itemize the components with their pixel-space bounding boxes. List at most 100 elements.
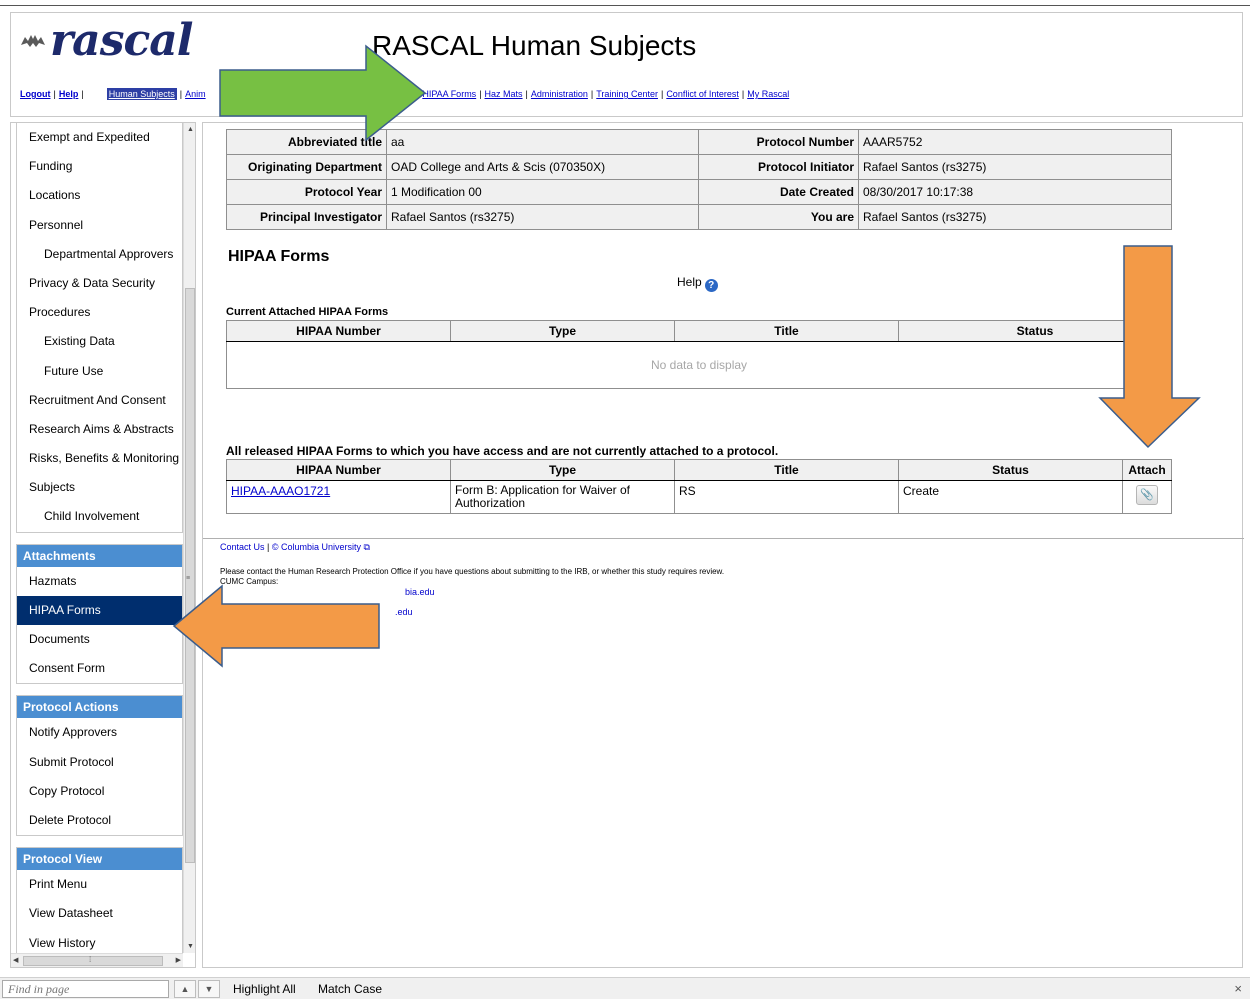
nav-my-rascal[interactable]: My Rascal — [747, 89, 789, 99]
sidebar-content: Exempt and Expedited Funding Locations P… — [11, 123, 183, 959]
nav-logout[interactable]: Logout — [20, 89, 51, 99]
sidebar-item-exempt-expedited[interactable]: Exempt and Expedited — [17, 123, 182, 152]
sidebar-item-procedures[interactable]: Procedures — [17, 298, 182, 327]
table-row: HIPAA-AAAO1721 Form B: Application for W… — [226, 480, 1172, 514]
nav-administration[interactable]: Administration — [531, 89, 588, 99]
scroll-up-icon[interactable]: ▲ — [186, 125, 195, 134]
sidebar-item-risks-benefits[interactable]: Risks, Benefits & Monitoring — [17, 444, 182, 473]
nav-hipaa-forms[interactable]: HIPAA Forms — [422, 89, 476, 99]
protocol-initiator-label: Protocol Initiator — [698, 154, 859, 180]
sidebar-item-departmental-approvers[interactable]: Departmental Approvers — [17, 240, 182, 269]
no-data-message: No data to display — [226, 341, 1172, 389]
main-content: Abbreviated title aa Protocol Number AAA… — [202, 122, 1244, 968]
nav-animals-partial[interactable]: Anim — [185, 89, 206, 99]
footer-links: Contact Us | © Columbia University ⧉ — [220, 542, 370, 552]
protocol-initiator-value: Rafael Santos (rs3275) — [858, 154, 1172, 180]
help-label: Help — [677, 275, 702, 289]
sidebar-item-subjects[interactable]: Subjects — [17, 473, 182, 502]
protocol-view-group: Protocol View Print Menu View Datasheet … — [16, 847, 183, 959]
find-input[interactable] — [2, 980, 169, 998]
scroll-right-icon[interactable]: ▶ — [176, 956, 181, 964]
top-nav-right: | HIPAA Forms | Haz Mats | Administration | Tra… — [417, 89, 790, 99]
attach-button[interactable]: 📎 — [1136, 485, 1158, 505]
footer-email-link-2[interactable]: .edu — [395, 607, 413, 617]
you-are-value: Rafael Santos (rs3275) — [858, 204, 1172, 230]
footer-email-link-1[interactable]: bia.edu — [405, 587, 435, 597]
sidebar-item-delete-protocol[interactable]: Delete Protocol — [17, 806, 182, 835]
protocol-view-heading: Protocol View — [17, 848, 182, 871]
hipaa-number-link[interactable]: HIPAA-AAAO1721 — [231, 484, 330, 498]
match-case-toggle[interactable]: Match Case — [318, 982, 382, 996]
title-cell: RS — [674, 480, 899, 514]
protocol-actions-group: Protocol Actions Notify Approvers Submit… — [16, 695, 183, 837]
col-type[interactable]: Type — [450, 320, 675, 342]
help-link[interactable]: Help? — [677, 275, 718, 292]
close-icon[interactable]: × — [1234, 981, 1242, 996]
hscroll-grip-icon: ⁞ — [89, 955, 92, 964]
protocol-year-value: 1 Modification 00 — [386, 179, 699, 205]
sidebar-item-notify-approvers[interactable]: Notify Approvers — [17, 718, 182, 747]
scroll-left-icon[interactable]: ◀ — [13, 956, 18, 964]
find-next-button[interactable]: ▼ — [198, 980, 220, 998]
sidebar-item-submit-protocol[interactable]: Submit Protocol — [17, 748, 182, 777]
app-title: RASCAL Human Subjects — [372, 30, 697, 61]
sidebar-item-child-involvement[interactable]: Child Involvement — [17, 502, 182, 531]
col-title[interactable]: Title — [674, 320, 899, 342]
you-are-label: You are — [698, 204, 859, 230]
sidebar-item-documents[interactable]: Documents — [17, 625, 182, 654]
current-forms-caption: Current Attached HIPAA Forms — [226, 306, 389, 318]
sidebar-item-hipaa-forms[interactable]: HIPAA Forms — [17, 595, 182, 625]
nav-training-center[interactable]: Training Center — [596, 89, 658, 99]
hscrollbar-thumb[interactable] — [23, 956, 163, 966]
nav-conflict-of-interest[interactable]: Conflict of Interest — [666, 89, 739, 99]
paperclip-icon: 📎 — [1140, 489, 1154, 501]
sidebar-item-view-datasheet[interactable]: View Datasheet — [17, 899, 182, 928]
sidebar-item-copy-protocol[interactable]: Copy Protocol — [17, 777, 182, 806]
abbreviated-title-value: aa — [386, 129, 699, 155]
hipaa-number-cell: HIPAA-AAAO1721 — [226, 480, 451, 514]
sidebar-item-future-use[interactable]: Future Use — [17, 357, 182, 386]
header — [10, 12, 1243, 117]
sidebar-item-locations[interactable]: Locations — [17, 181, 182, 210]
sidebar-vertical-scrollbar[interactable]: ▲ ≡ ▼ — [183, 123, 195, 953]
col-hipaa-number[interactable]: HIPAA Number — [226, 320, 451, 342]
highlight-all-toggle[interactable]: Highlight All — [233, 982, 296, 996]
sidebar-item-personnel[interactable]: Personnel — [17, 211, 182, 240]
col-status[interactable]: Status — [898, 320, 1172, 342]
sidebar-item-privacy-data-security[interactable]: Privacy & Data Security — [17, 269, 182, 298]
external-link-icon: ⧉ — [361, 542, 370, 552]
sidebar-item-research-aims[interactable]: Research Aims & Abstracts — [17, 415, 182, 444]
columbia-university-link[interactable]: © Columbia University — [272, 542, 361, 552]
footer-campus: CUMC Campus: — [220, 577, 279, 586]
attach-cell: 📎 — [1122, 480, 1172, 514]
page-title: HIPAA Forms — [228, 248, 330, 265]
sidebar-item-hazmats[interactable]: Hazmats — [17, 567, 182, 596]
type-cell: Form B: Application for Waiver of Author… — [450, 480, 675, 514]
footer-notice: Please contact the Human Research Protec… — [220, 567, 724, 617]
col-attach: Attach — [1122, 459, 1172, 481]
col-type[interactable]: Type — [450, 459, 675, 481]
chevron-up-icon: ▲ — [180, 984, 190, 994]
help-icon[interactable]: ? — [704, 279, 718, 292]
rascal-logo[interactable]: rascal — [20, 16, 193, 66]
sidebar-item-print-menu[interactable]: Print Menu — [17, 870, 182, 899]
sidebar-item-consent-form[interactable]: Consent Form — [17, 654, 182, 683]
col-hipaa-number[interactable]: HIPAA Number — [226, 459, 451, 481]
sidebar-item-recruitment-consent[interactable]: Recruitment And Consent — [17, 386, 182, 415]
attachments-group: Attachments Hazmats HIPAA Forms Document… — [16, 543, 183, 685]
find-previous-button[interactable]: ▲ — [174, 980, 196, 998]
nav-help[interactable]: Help — [59, 89, 79, 99]
nav-human-subjects[interactable]: Human Subjects — [106, 88, 177, 100]
footer-divider — [203, 538, 1244, 539]
nav-haz-mats[interactable]: Haz Mats — [485, 89, 523, 99]
col-title[interactable]: Title — [674, 459, 899, 481]
originating-department-value: OAD College and Arts & Scis (070350X) — [386, 154, 699, 180]
sidebar-horizontal-scrollbar[interactable]: ◀ ⁞ ▶ — [11, 953, 183, 967]
scroll-down-icon[interactable]: ▼ — [186, 942, 195, 951]
principal-investigator-label: Principal Investigator — [226, 204, 387, 230]
contact-us-link[interactable]: Contact Us — [220, 542, 265, 552]
sidebar-item-funding[interactable]: Funding — [17, 152, 182, 181]
attachments-heading: Attachments — [17, 544, 182, 567]
sidebar-item-existing-data[interactable]: Existing Data — [17, 327, 182, 356]
col-status[interactable]: Status — [898, 459, 1123, 481]
